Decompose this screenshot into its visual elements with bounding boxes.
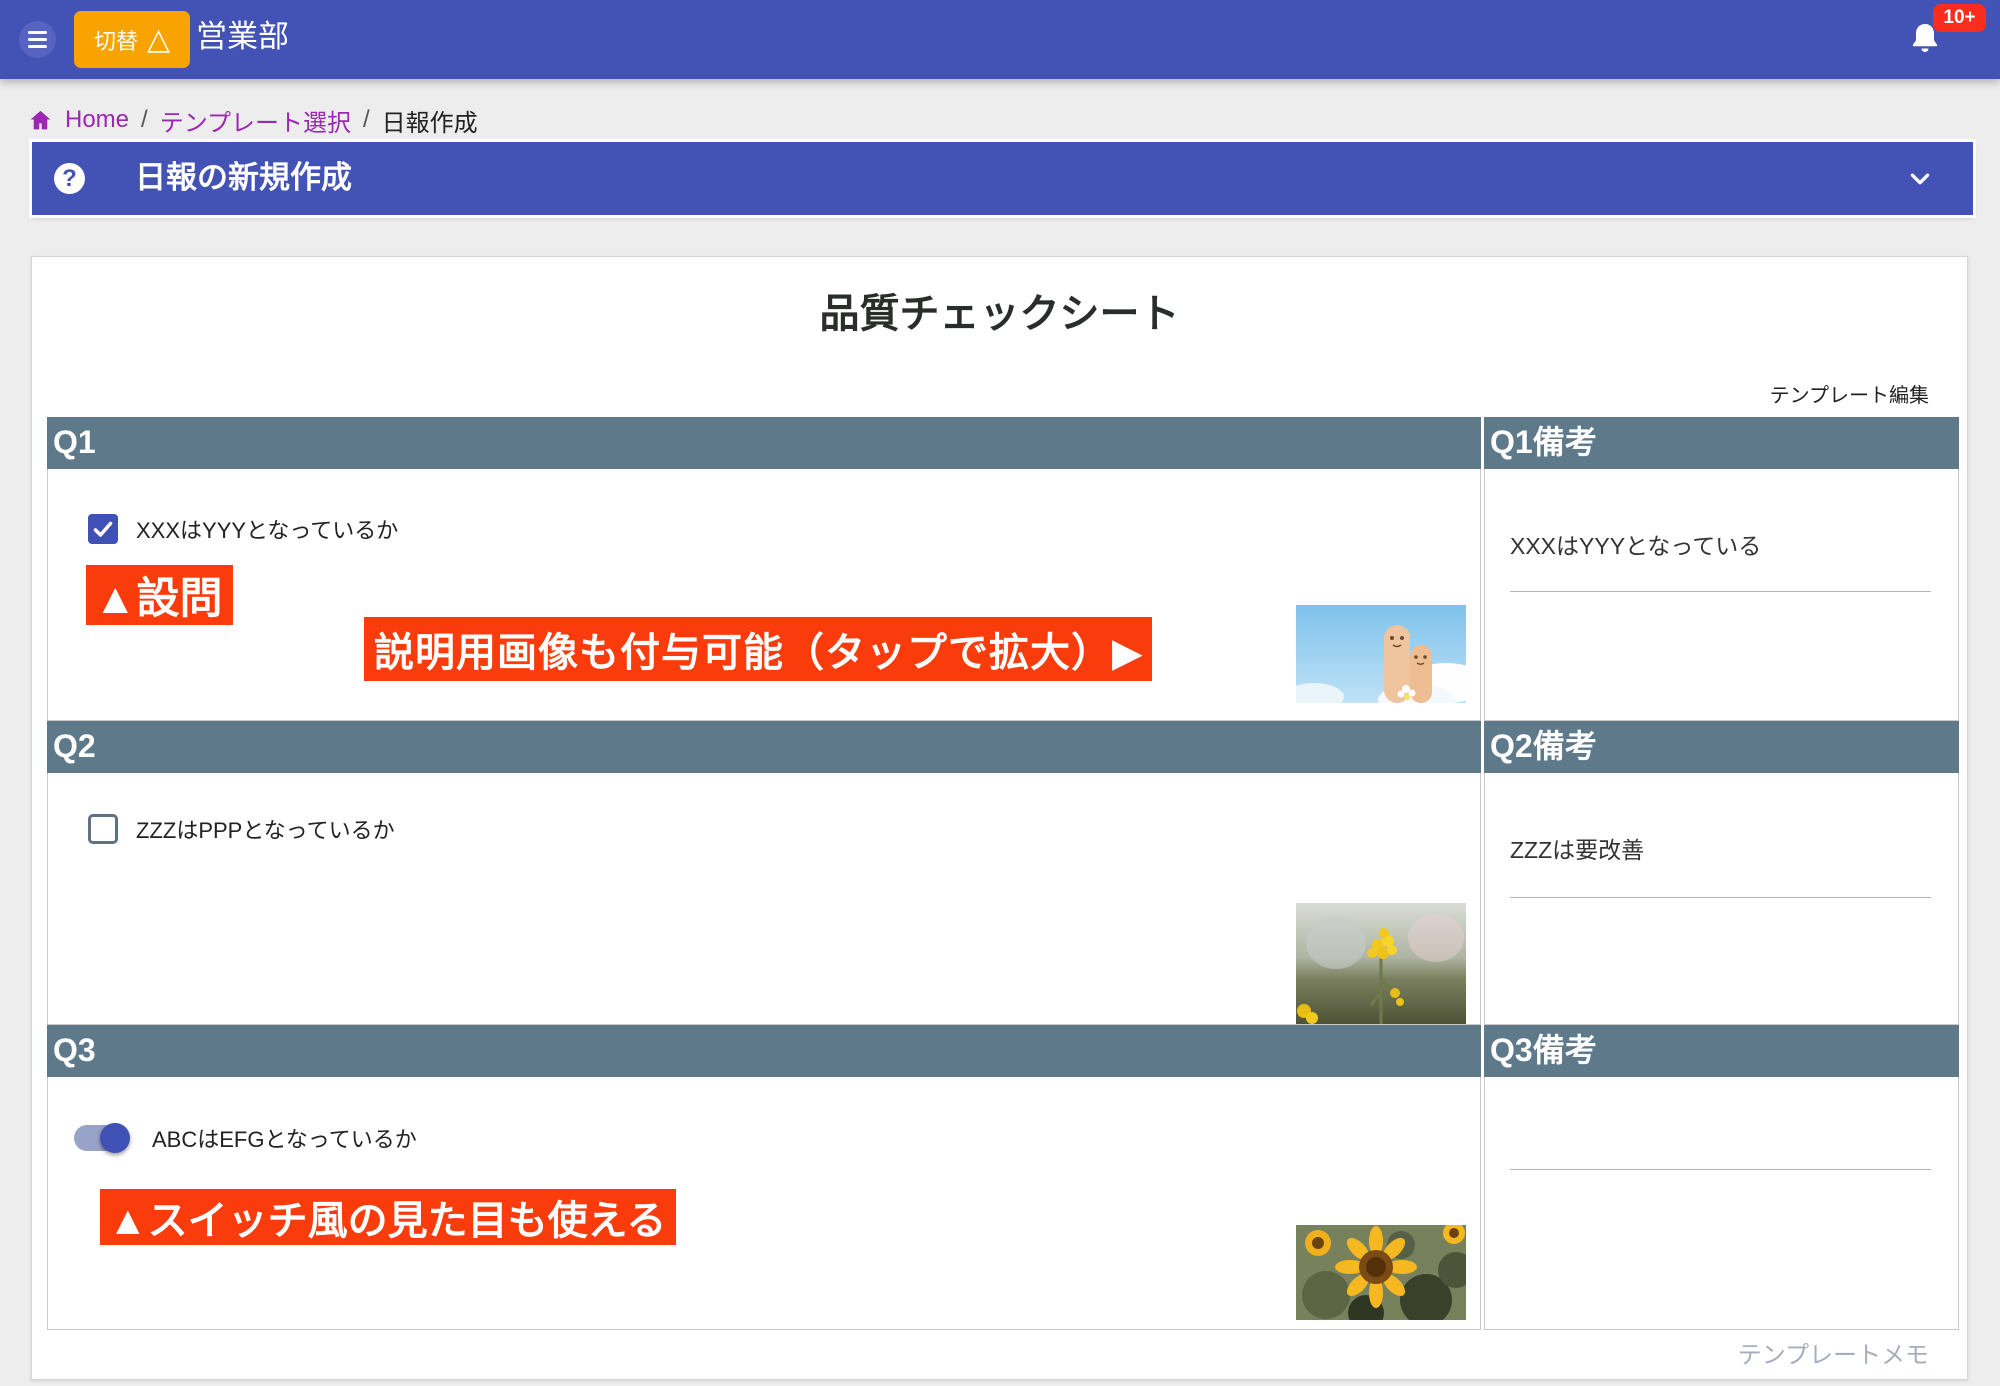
hamburger-icon — [28, 45, 47, 48]
q3-switch-row: ABCはEFGとなっているか — [74, 1123, 417, 1153]
yellow-rapeseed-flower-photo — [1296, 903, 1466, 1024]
chevron-down-icon[interactable] — [1907, 166, 1933, 192]
q1-question-label: XXXはYYYとなっているか — [136, 513, 398, 545]
q2-remark-value[interactable]: ZZZは要改善 — [1510, 831, 1644, 865]
breadcrumb-home-link[interactable]: Home — [65, 106, 129, 134]
q1-remark-cell: XXXはYYYとなっている — [1484, 469, 1959, 721]
notification-count-badge[interactable]: 10+ — [1933, 4, 1986, 32]
switch-department-button[interactable]: 切替 △ — [74, 11, 190, 68]
breadcrumb-separator: / — [141, 106, 148, 134]
annotation-image-label: 説明用画像も付与可能（タップで拡大）▶ — [364, 617, 1152, 681]
q3-cell: ABCはEFGとなっているか ▲スイッチ風の見た目も使える — [47, 1077, 1481, 1330]
annotation-question-label: ▲設問 — [86, 565, 233, 625]
template-memo-label: テンプレートメモ — [1738, 1335, 1929, 1370]
breadcrumb-current-page: 日報作成 — [382, 103, 478, 138]
q3-header: Q3 — [47, 1025, 1481, 1077]
q2-header: Q2 — [47, 721, 1481, 773]
q3-photo-thumbnail[interactable] — [1296, 1225, 1466, 1320]
checkmark-icon — [91, 517, 115, 541]
q2-checkbox[interactable] — [88, 814, 118, 844]
app-bar: 切替 △ 営業部 10+ — [0, 0, 2000, 79]
toggle-knob — [100, 1123, 130, 1153]
q1-header: Q1 — [47, 417, 1481, 469]
q2-cell: ZZZはPPPとなっているか — [47, 773, 1481, 1025]
q2-question-label: ZZZはPPPとなっているか — [136, 813, 395, 845]
q1-remark-header: Q1備考 — [1484, 417, 1959, 469]
hamburger-icon — [28, 31, 47, 34]
q3-remark-header: Q3備考 — [1484, 1025, 1959, 1077]
q3-toggle-switch[interactable] — [74, 1123, 130, 1153]
q1-checkbox-row: XXXはYYYとなっているか — [88, 513, 398, 545]
q2-photo-thumbnail[interactable] — [1296, 903, 1466, 1024]
template-edit-link[interactable]: テンプレート編集 — [1770, 379, 1929, 408]
q2-remark-input-underline — [1510, 897, 1931, 898]
q1-photo-thumbnail[interactable] — [1296, 605, 1466, 703]
q1-cell: XXXはYYYとなっているか ▲設問 説明用画像も付与可能（タップで拡大）▶ — [47, 469, 1481, 721]
banner-title: 日報の新規作成 — [135, 142, 352, 215]
q3-remark-input-underline — [1510, 1169, 1931, 1170]
breadcrumb-separator: / — [363, 106, 370, 134]
home-icon — [28, 108, 53, 133]
q2-checkbox-row: ZZZはPPPとなっているか — [88, 813, 395, 845]
switch-button-label: 切替 — [94, 24, 138, 56]
screen: 切替 △ 営業部 10+ Home / テンプレート選択 / 日報作成 ? 日報… — [0, 0, 2000, 1386]
q2-remark-header: Q2備考 — [1484, 721, 1959, 773]
breadcrumb: Home / テンプレート選択 / 日報作成 — [28, 106, 478, 134]
hamburger-icon — [28, 38, 47, 41]
department-title: 営業部 — [196, 0, 289, 79]
triangle-icon: △ — [147, 25, 170, 55]
annotation-switch-label: ▲スイッチ風の見た目も使える — [100, 1189, 676, 1245]
small-sunflower-left — [1305, 1230, 1331, 1256]
sunflower-field-photo — [1296, 1225, 1466, 1320]
q3-question-label: ABCはEFGとなっているか — [152, 1122, 417, 1154]
finger-puppet-couple-sky-photo — [1296, 605, 1466, 703]
q2-remark-cell: ZZZは要改善 — [1484, 773, 1959, 1025]
breadcrumb-template-select-link[interactable]: テンプレート選択 — [160, 103, 351, 138]
q1-checkbox[interactable] — [88, 514, 118, 544]
checksheet-card: 品質チェックシート テンプレート編集 Q1 Q1備考 XXXはYYYとなっている… — [31, 256, 1968, 1380]
q3-remark-cell — [1484, 1077, 1959, 1330]
sheet-title: 品質チェックシート — [32, 281, 1967, 339]
hamburger-menu-button[interactable] — [19, 21, 56, 58]
q1-remark-input-underline — [1510, 591, 1931, 592]
new-report-banner[interactable]: ? 日報の新規作成 — [32, 142, 1973, 215]
q1-remark-value[interactable]: XXXはYYYとなっている — [1510, 527, 1761, 561]
help-icon[interactable]: ? — [54, 163, 85, 194]
